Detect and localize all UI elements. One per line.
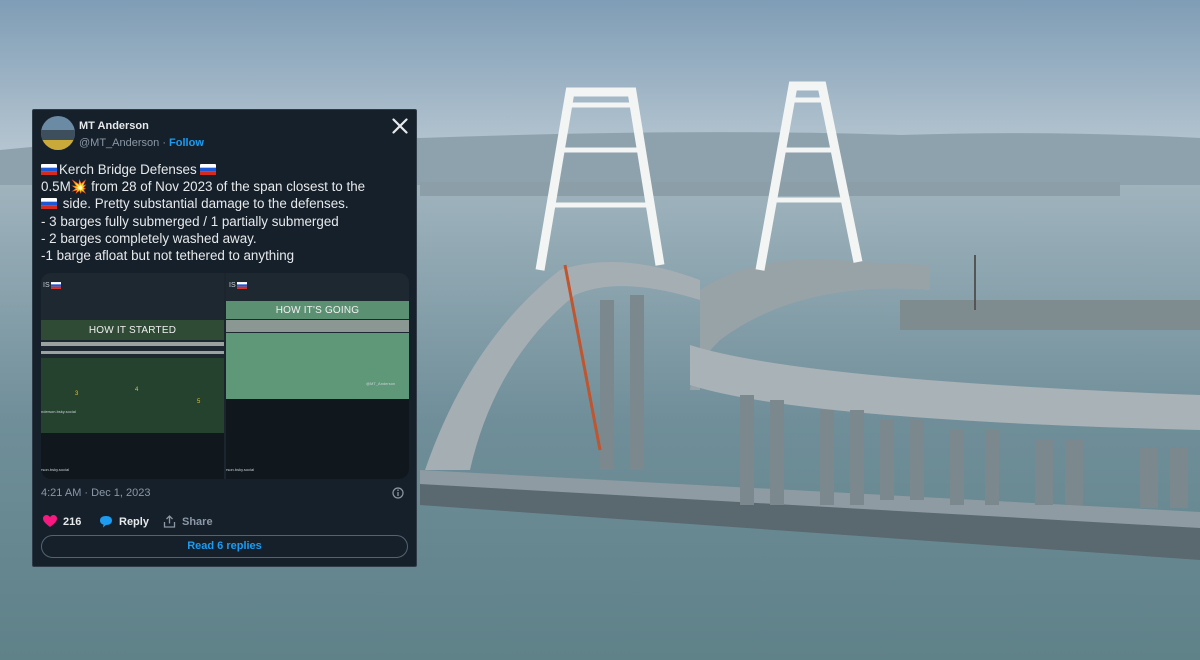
barge-marker: 3 xyxy=(75,391,79,397)
credit-text: rson.bsky.social xyxy=(226,467,255,472)
panel-corner-label: IS xyxy=(43,282,50,289)
info-icon[interactable] xyxy=(392,487,404,499)
media-panel-after[interactable]: IS HOW IT'S GOING @MT_Anderson rson.bsky… xyxy=(226,273,409,479)
x-logo-icon[interactable] xyxy=(392,118,408,134)
russian-flag-icon xyxy=(237,282,247,289)
tweet-line-6: -1 barge afloat but not tethered to anyt… xyxy=(41,248,295,264)
credit-text: nderson.bsky.social xyxy=(41,409,76,414)
heart-icon xyxy=(43,515,57,527)
tweet-header: MT Anderson @MT_Anderson · Follow xyxy=(33,110,418,160)
tweet-line-4: - 3 barges fully submerged / 1 partially… xyxy=(41,213,339,229)
barge-marker: 4 xyxy=(135,387,139,393)
embedded-tweet-card: MT Anderson @MT_Anderson · Follow Kerch … xyxy=(32,109,417,567)
credit-text: rson.bsky.social xyxy=(41,467,70,472)
panel-corner-label: IS xyxy=(229,282,236,289)
share-button[interactable]: Share xyxy=(163,515,213,528)
user-handle[interactable]: @MT_Anderson xyxy=(79,137,159,149)
reply-label: Reply xyxy=(119,515,149,528)
like-button[interactable]: 216 xyxy=(43,515,81,528)
tweet-line-2: 0.5M💥 from 28 of Nov 2023 of the span cl… xyxy=(41,179,366,195)
how-it-started-label: HOW IT STARTED xyxy=(88,325,177,336)
tweet-line-1: Kerch Bridge Defenses xyxy=(41,161,413,178)
tweet-timestamp[interactable]: 4:21 AM · Dec 1, 2023 xyxy=(41,487,150,499)
russian-flag-icon xyxy=(41,164,57,175)
share-label: Share xyxy=(182,515,213,528)
russian-flag-icon xyxy=(51,282,61,289)
read-replies-button[interactable]: Read 6 replies xyxy=(41,535,408,558)
credit-text: @MT_Anderson xyxy=(366,381,396,386)
like-count: 216 xyxy=(63,515,82,528)
tweet-line-1-text: Kerch Bridge Defenses xyxy=(59,162,201,177)
avatar[interactable] xyxy=(41,116,75,150)
tweet-text: Kerch Bridge Defenses 0.5M💥 from 28 of N… xyxy=(41,161,413,264)
tweet-line-5: - 2 barges completely washed away. xyxy=(41,230,257,246)
russian-flag-icon xyxy=(41,198,57,210)
tweet-media[interactable]: IS HOW IT STARTED 3 4 5 nderson.bsky.soc… xyxy=(41,273,409,479)
reply-button[interactable]: Reply xyxy=(99,515,149,528)
follow-button[interactable]: Follow xyxy=(169,137,204,149)
handle-row: @MT_Anderson · Follow xyxy=(79,137,204,149)
media-panel-before[interactable]: IS HOW IT STARTED 3 4 5 nderson.bsky.soc… xyxy=(41,273,224,479)
tweet-line-3: side. Pretty substantial damage to the d… xyxy=(41,195,413,212)
how-its-going-label: HOW IT'S GOING xyxy=(275,305,360,316)
separator: · xyxy=(159,137,170,149)
share-icon xyxy=(163,515,176,528)
russian-flag-icon xyxy=(200,164,217,175)
reply-bubble-icon xyxy=(100,516,112,528)
display-name[interactable]: MT Anderson xyxy=(79,120,149,132)
tweet-line-3-text: side. Pretty substantial damage to the d… xyxy=(59,196,349,212)
barge-marker: 5 xyxy=(197,399,201,405)
